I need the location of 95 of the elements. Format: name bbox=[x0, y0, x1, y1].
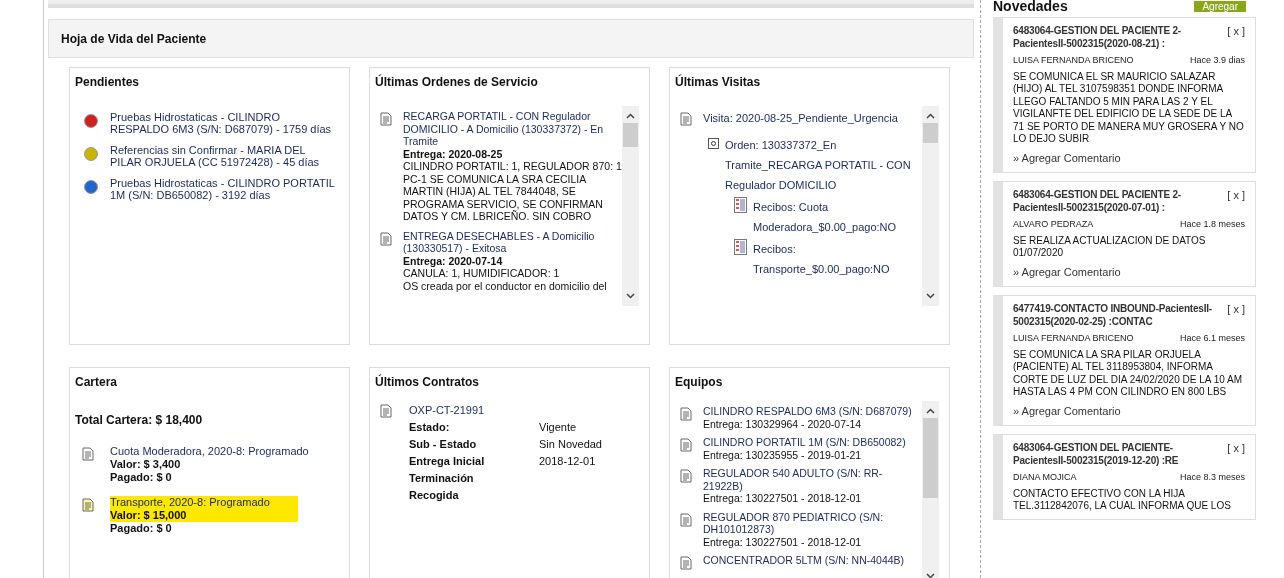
panel-title: Últimas Ordenes de Servicio bbox=[374, 73, 539, 91]
pending-item-text[interactable]: Referencias sin Confirmar - MARIA DEL PILAR ORJUELA (CC 51972428) - 45 días bbox=[110, 144, 339, 168]
news-time: Hace 8.3 meses bbox=[1179, 471, 1245, 484]
add-comment-link[interactable]: » Agregar Comentario bbox=[1013, 402, 1245, 419]
wallet-paid: Pagado: $ 0 bbox=[110, 471, 173, 484]
order-title[interactable]: ENTREGA DESECHABLES - A Domicilio (130330517) - Exitosa bbox=[403, 229, 622, 255]
equipment-name[interactable]: REGULADOR 870 PEDIATRICO (S/N: DH101012873) bbox=[703, 510, 922, 536]
scroll-up-icon[interactable] bbox=[926, 113, 935, 119]
document-icon bbox=[680, 469, 692, 483]
wallet-value: Valor: $ 15,000 bbox=[110, 509, 298, 522]
receipt-icon bbox=[734, 196, 747, 213]
news-heading: Novedades bbox=[993, 0, 1068, 12]
scrollbar[interactable] bbox=[622, 106, 639, 306]
equipment-delivery: Entrega: 130227501 - 2018-12-01 bbox=[703, 492, 863, 505]
receipt-text[interactable]: Recibos: Cuota Moderadora_$0.00_pago:NO bbox=[753, 196, 922, 237]
document-icon bbox=[380, 112, 392, 126]
contract-field-label: Estado: bbox=[409, 420, 451, 435]
document-icon bbox=[82, 498, 94, 512]
close-button[interactable]: [ x ] bbox=[1227, 442, 1245, 455]
equipment-name[interactable]: CILINDRO PORTATIL 1M (S/N: DB650082) bbox=[703, 436, 906, 449]
wallet-value: Valor: $ 3,400 bbox=[110, 458, 182, 471]
visit-order[interactable]: Orden: 130337372_En Tramite_RECARGA PORTATIL - CON Regulador DOMICILIO bbox=[725, 134, 922, 195]
add-comment-link[interactable]: » Agregar Comentario bbox=[1013, 149, 1245, 166]
document-icon bbox=[680, 112, 692, 126]
news-author: LUISA FERNANDA BRICENO bbox=[1013, 54, 1134, 67]
scroll-thumb[interactable] bbox=[623, 123, 638, 147]
contract-field-label: Sub - Estado bbox=[409, 437, 478, 452]
news-card-title: 6483064-GESTION DEL PACIENTE-PacientesII-5002315(2019-12-20) :RE bbox=[1013, 442, 1180, 467]
news-time: Hace 6.1 meses bbox=[1179, 332, 1245, 345]
document-icon bbox=[380, 231, 392, 246]
contract-code[interactable]: OXP-CT-21991 bbox=[409, 402, 602, 419]
contract-field-value: Vigente bbox=[539, 420, 577, 435]
scroll-down-icon[interactable] bbox=[926, 573, 935, 578]
scrollbar[interactable] bbox=[922, 106, 939, 306]
panel-title: Cartera bbox=[74, 374, 119, 391]
equipment-name[interactable]: CONCENTRADOR 5LTM (S/N: NN-4044B) bbox=[703, 554, 905, 567]
news-body: CONTACTO EFECTIVO CON LA HIJA TEL.3112842076, LA CUAL INFORMA QUE LOS bbox=[1013, 487, 1232, 513]
visit-title[interactable]: Visita: 2020-08-25_Pendiente_Urgencia bbox=[703, 110, 898, 127]
wallet-item-title[interactable]: Transporte, 2020-8: Programado bbox=[110, 496, 298, 509]
news-card-title: 6483064-GESTION DEL PACIENTE 2-PacientesII-5002315(2020-08-21) : bbox=[1013, 25, 1182, 50]
news-body: SE COMUNICA EL SR MAURICIO SALAZAR (HIJO) AL TEL 3107598351 DONDE INFORMA LLEGO FALTANDO 5 MIN PARA LAS 2 Y EL VIGILANFTE DEL EDIFICIO DE LA SEDE DE LA 71 SE PORTO DE MANERA MUY GROSERA Y NO LO DEJO SUBIR bbox=[1013, 70, 1245, 146]
document-icon bbox=[680, 512, 692, 527]
order-node-icon bbox=[708, 137, 719, 149]
scroll-down-icon[interactable] bbox=[626, 293, 635, 299]
contract-field-label: Entrega Inicial bbox=[409, 454, 486, 469]
receipt-text[interactable]: Recibos: Transporte_$0.00_pago:NO bbox=[753, 238, 922, 279]
section-title: Hoja de Vida del Paciente bbox=[61, 30, 207, 48]
equipment-name[interactable]: REGULADOR 540 ADULTO (S/N: RR-21922B) bbox=[703, 467, 922, 492]
contract-field-value: 2018-12-01 bbox=[539, 454, 596, 469]
document-icon bbox=[82, 447, 94, 461]
add-comment-link[interactable]: » Agregar Comentario bbox=[1013, 263, 1245, 280]
wallet-total: Total Cartera: $ 18,400 bbox=[74, 412, 204, 429]
pending-item-text[interactable]: Pruebas Hidrostaticas - CILINDRO RESPALDO 6M3 (S/N: D687079) - 1759 días bbox=[110, 111, 339, 135]
document-icon bbox=[680, 438, 692, 452]
order-title[interactable]: RECARGA PORTATIL - CON Regulador DOMICILIO - A Domicilio (130337372) - En Tramite bbox=[403, 110, 622, 148]
equipment-delivery: Entrega: 130235955 - 2019-01-21 bbox=[703, 448, 863, 461]
order-detail: CILINDRO PORTATIL: 1, REGULADOR 870: 1 PC-1 SE COMUNICA LA SRA CECILIA MARTIN (HIJA) AL TEL 7844048, SE PROGRAMA SERVICIO, SE CONFIRMAN DATOS Y CM. LBRICEÑO. SIN COBRO bbox=[403, 160, 622, 223]
order-delivery: Entrega: 2020-08-25 bbox=[403, 147, 504, 160]
scroll-thumb[interactable] bbox=[923, 123, 938, 143]
news-author: LUISA FERNANDA BRICENO bbox=[1013, 332, 1134, 345]
news-author: ALVARO PEDRAZA bbox=[1013, 218, 1094, 231]
contract-field-label: Recogida bbox=[409, 488, 460, 503]
scrollbar[interactable] bbox=[922, 401, 939, 578]
order-delivery: Entrega: 2020-07-14 bbox=[403, 254, 504, 267]
equipment-name[interactable]: CILINDRO RESPALDO 6M3 (S/N: D687079) bbox=[703, 405, 912, 418]
equipment-delivery: Entrega: 130227501 - 2018-12-01 bbox=[703, 535, 863, 548]
document-icon bbox=[680, 407, 692, 421]
panel-title: Pendientes bbox=[74, 74, 141, 91]
panel-title: Últimas Visitas bbox=[674, 73, 762, 91]
scroll-down-icon[interactable] bbox=[926, 293, 935, 299]
news-body: SE COMUNICA LA SRA PILAR ORJUELA (PACIENTE) AL TEL 3118953804, INFORMA CORTE DE LUZ DEL DIA 24/02/2020 DE LA 10 AM HASTA LAS 4 PM CON CILINDRO EN 800 LBS bbox=[1013, 348, 1243, 399]
scroll-up-icon[interactable] bbox=[626, 113, 635, 119]
equipment-delivery: Entrega: 130329964 - 2020-07-14 bbox=[703, 417, 863, 430]
scroll-up-icon[interactable] bbox=[926, 408, 935, 414]
news-author: DIANA MOJICA bbox=[1013, 471, 1077, 484]
close-button[interactable]: [ x ] bbox=[1227, 189, 1245, 202]
order-detail: CANULA: 1, HUMIDIFICADOR: 1 OS creada por el conductor en domicilio del bbox=[403, 267, 608, 292]
news-card-title: 6477419-CONTACTO INBOUND-PacientesII-5002315(2020-02-25) :CONTAC bbox=[1013, 303, 1213, 328]
scroll-thumb[interactable] bbox=[923, 418, 938, 498]
wallet-paid: Pagado: $ 0 bbox=[110, 522, 173, 535]
panel-title: Equipos bbox=[674, 374, 724, 391]
news-card-title: 6483064-GESTION DEL PACIENTE 2-PacientesII-5002315(2020-07-01) : bbox=[1013, 189, 1182, 214]
close-button[interactable]: [ x ] bbox=[1227, 303, 1245, 316]
close-button[interactable]: [ x ] bbox=[1227, 25, 1245, 38]
news-time: Hace 1.8 meses bbox=[1179, 218, 1245, 231]
wallet-item-title[interactable]: Cuota Moderadora, 2020-8: Programado bbox=[110, 445, 309, 458]
contract-field-value: Sin Novedad bbox=[539, 437, 602, 452]
contract-field-label: Terminación bbox=[409, 471, 475, 486]
news-body: SE REALIZA ACTUALIZACION DE DATOS 01/07/2020 bbox=[1013, 234, 1207, 260]
document-icon bbox=[680, 556, 692, 570]
receipt-icon bbox=[734, 238, 747, 255]
pending-item-text[interactable]: Pruebas Hidrostaticas - CILINDRO PORTATIL 1M (S/N: DB650082) - 3192 días bbox=[110, 177, 339, 201]
document-icon bbox=[380, 404, 392, 418]
panel-title: Últimos Contratos bbox=[374, 373, 480, 391]
news-time: Hace 3.9 dias bbox=[1189, 54, 1245, 67]
